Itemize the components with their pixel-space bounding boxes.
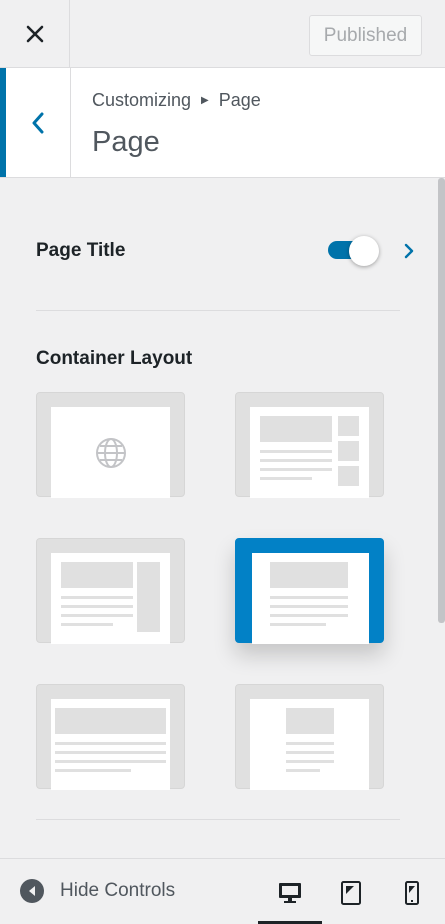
tablet-icon: [341, 881, 361, 905]
breadcrumb-parent: Customizing: [92, 90, 192, 110]
preview-desktop-button[interactable]: [270, 873, 310, 913]
section-header: Customizing ▶ Page Page: [0, 68, 445, 178]
layout-option-content-sidebar[interactable]: [36, 538, 185, 644]
layout-option-default[interactable]: [36, 392, 185, 498]
preview-tablet-button[interactable]: [331, 873, 371, 913]
layout-option-full-width[interactable]: [36, 684, 185, 790]
layout-page-preview: [51, 553, 170, 644]
breadcrumb-separator-icon: ▶: [201, 95, 209, 106]
footer-bar: Hide Controls: [0, 858, 445, 924]
close-button[interactable]: [0, 0, 70, 68]
toggle-knob: [349, 236, 379, 266]
layout-option-right-sidebar-boxes[interactable]: [235, 392, 384, 498]
mobile-icon: [405, 881, 419, 905]
page-title-expand-button[interactable]: [400, 241, 418, 261]
chevron-left-icon: [32, 112, 44, 133]
chevron-right-icon: [404, 243, 414, 259]
desktop-icon: [279, 883, 301, 903]
layout-page-preview: [250, 407, 369, 498]
layout-page-preview: [51, 407, 170, 498]
collapse-arrow-icon: [20, 879, 44, 903]
layout-option-boxed[interactable]: [235, 538, 384, 644]
close-icon: [26, 25, 43, 43]
breadcrumb: Customizing ▶ Page: [92, 90, 261, 111]
layout-page-preview: [51, 699, 170, 790]
layout-page-preview: [252, 553, 369, 644]
divider: [36, 310, 400, 311]
controls-panel: Page Title Container Layout: [0, 178, 445, 858]
layout-option-narrow[interactable]: [235, 684, 384, 790]
hide-controls-label: Hide Controls: [60, 880, 176, 901]
preview-mobile-button[interactable]: [392, 873, 432, 913]
layout-page-preview: [250, 699, 369, 790]
page-title-toggle[interactable]: [327, 236, 379, 266]
publish-button[interactable]: Published: [309, 15, 422, 56]
scrollbar[interactable]: [438, 178, 445, 623]
container-layout-heading: Container Layout: [36, 348, 193, 369]
hide-controls-button[interactable]: Hide Controls: [20, 879, 175, 903]
globe-icon: [96, 438, 126, 468]
page-title-label: Page Title: [36, 240, 126, 261]
page-title: Page: [92, 126, 160, 158]
back-button[interactable]: [0, 68, 71, 177]
top-bar: Published: [0, 0, 445, 68]
breadcrumb-current: Page: [218, 90, 261, 110]
divider: [36, 819, 400, 820]
